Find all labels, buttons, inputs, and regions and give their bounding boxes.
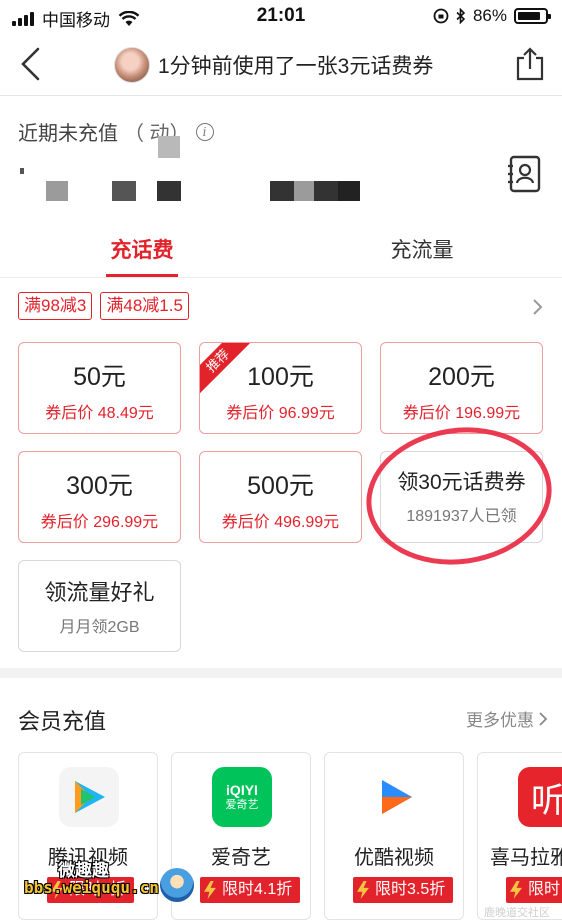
watermark-url: bbs.weiququ.cn bbox=[24, 878, 159, 897]
tencent-video-icon bbox=[59, 767, 119, 827]
redacted-block bbox=[157, 181, 181, 201]
card-amount: 300元 bbox=[66, 472, 133, 500]
coupon-row[interactable]: 满98减3 满48减1.5 bbox=[18, 292, 189, 320]
more-offers-label: 更多优惠 bbox=[466, 711, 534, 730]
card-price: 券后价 48.49元 bbox=[45, 405, 154, 422]
page-title: 1分钟前使用了一张3元话费券 bbox=[158, 55, 434, 78]
member-card-ximalaya[interactable]: 听 喜马拉雅 限时5. bbox=[477, 752, 562, 920]
card-price: 券后价 496.99元 bbox=[221, 514, 340, 531]
orientation-lock-icon bbox=[433, 8, 449, 24]
member-name: 爱奇艺 bbox=[211, 847, 271, 869]
chevron-left-icon[interactable] bbox=[16, 46, 46, 82]
redacted-block bbox=[112, 181, 136, 201]
card-price: 券后价 196.99元 bbox=[402, 405, 521, 422]
section-divider bbox=[0, 668, 562, 678]
data-gift-card[interactable]: 领流量好礼 月月领2GB bbox=[18, 560, 181, 652]
coupon-badge[interactable]: 满98减3 bbox=[18, 292, 93, 320]
card-amount: 领流量好礼 bbox=[44, 580, 155, 605]
card-price: 券后价 296.99元 bbox=[40, 514, 159, 531]
nav-bar: 1分钟前使用了一张3元话费券 bbox=[0, 34, 562, 96]
recent-recharge-label: 近期未充值 （ 动） i bbox=[18, 117, 214, 146]
member-name: 喜马拉雅 bbox=[490, 847, 562, 869]
tab-data[interactable]: 充流量 bbox=[342, 234, 502, 264]
redacted-block bbox=[294, 181, 314, 201]
status-right: 86% bbox=[433, 6, 551, 26]
nav-center: 1分钟前使用了一张3元话费券 bbox=[114, 47, 433, 83]
amount-card-200[interactable]: 200元 券后价 196.99元 bbox=[380, 342, 543, 434]
share-icon[interactable] bbox=[514, 46, 546, 82]
amount-card-500[interactable]: 500元 券后价 496.99元 bbox=[199, 451, 362, 543]
redacted-block bbox=[46, 181, 68, 201]
tab-phone-credit[interactable]: 充话费 bbox=[62, 234, 222, 264]
battery-percent: 86% bbox=[472, 6, 507, 25]
chevron-right-icon[interactable] bbox=[532, 298, 544, 316]
status-bar: 中国移动 21:01 86% bbox=[0, 0, 562, 34]
ximalaya-icon: 听 bbox=[518, 767, 562, 827]
chevron-right-icon bbox=[539, 711, 548, 726]
redacted-block bbox=[314, 181, 338, 201]
more-offers-link[interactable]: 更多优惠 bbox=[466, 706, 548, 731]
contacts-icon[interactable] bbox=[506, 154, 542, 194]
redacted-block bbox=[270, 181, 294, 201]
amount-card-300[interactable]: 300元 券后价 296.99元 bbox=[18, 451, 181, 543]
card-amount: 500元 bbox=[247, 472, 314, 500]
redacted-block bbox=[338, 181, 360, 201]
avatar bbox=[114, 47, 150, 83]
member-sale-badge: 限时3.5折 bbox=[353, 877, 454, 903]
card-sub: 月月领2GB bbox=[59, 619, 140, 636]
member-name: 优酷视频 bbox=[354, 847, 434, 869]
amount-card-50[interactable]: 50元 券后价 48.49元 bbox=[18, 342, 181, 434]
battery-icon bbox=[514, 8, 551, 24]
annotation-circle bbox=[357, 415, 561, 577]
card-amount: 200元 bbox=[428, 363, 495, 391]
bluetooth-icon bbox=[456, 8, 466, 24]
card-price: 券后价 96.99元 bbox=[226, 405, 335, 422]
iqiyi-icon: iQIYI 爱奇艺 bbox=[212, 767, 272, 827]
redacted-block bbox=[158, 136, 180, 158]
member-sale-badge: 限时5. bbox=[506, 877, 562, 919]
member-section-title: 会员充值 bbox=[18, 709, 107, 734]
info-icon[interactable]: i bbox=[195, 122, 214, 141]
iqiyi-logo-text: iQIYI bbox=[226, 782, 258, 798]
member-card-iqiyi[interactable]: iQIYI 爱奇艺 爱奇艺 限时4.1折 bbox=[171, 752, 311, 920]
watermark-corner: 鹿晚道交社区 bbox=[484, 907, 550, 919]
watermark-mascot-icon bbox=[160, 868, 194, 902]
tab-underline bbox=[106, 274, 178, 277]
coupon-badge[interactable]: 满48减1.5 bbox=[100, 292, 189, 320]
iqiyi-logo-subtext: 爱奇艺 bbox=[225, 799, 259, 811]
member-sale-badge: 限时4.1折 bbox=[200, 877, 301, 903]
redacted-block bbox=[20, 168, 24, 174]
tab-bar: 充话费 充流量 bbox=[0, 212, 562, 278]
recent-label: 近期未充值 bbox=[18, 123, 118, 145]
youku-icon bbox=[365, 767, 425, 827]
member-card-youku[interactable]: 优酷视频 限时3.5折 bbox=[324, 752, 464, 920]
amount-card-100[interactable]: 推荐 100元 券后价 96.99元 bbox=[199, 342, 362, 434]
card-amount: 50元 bbox=[73, 363, 126, 391]
